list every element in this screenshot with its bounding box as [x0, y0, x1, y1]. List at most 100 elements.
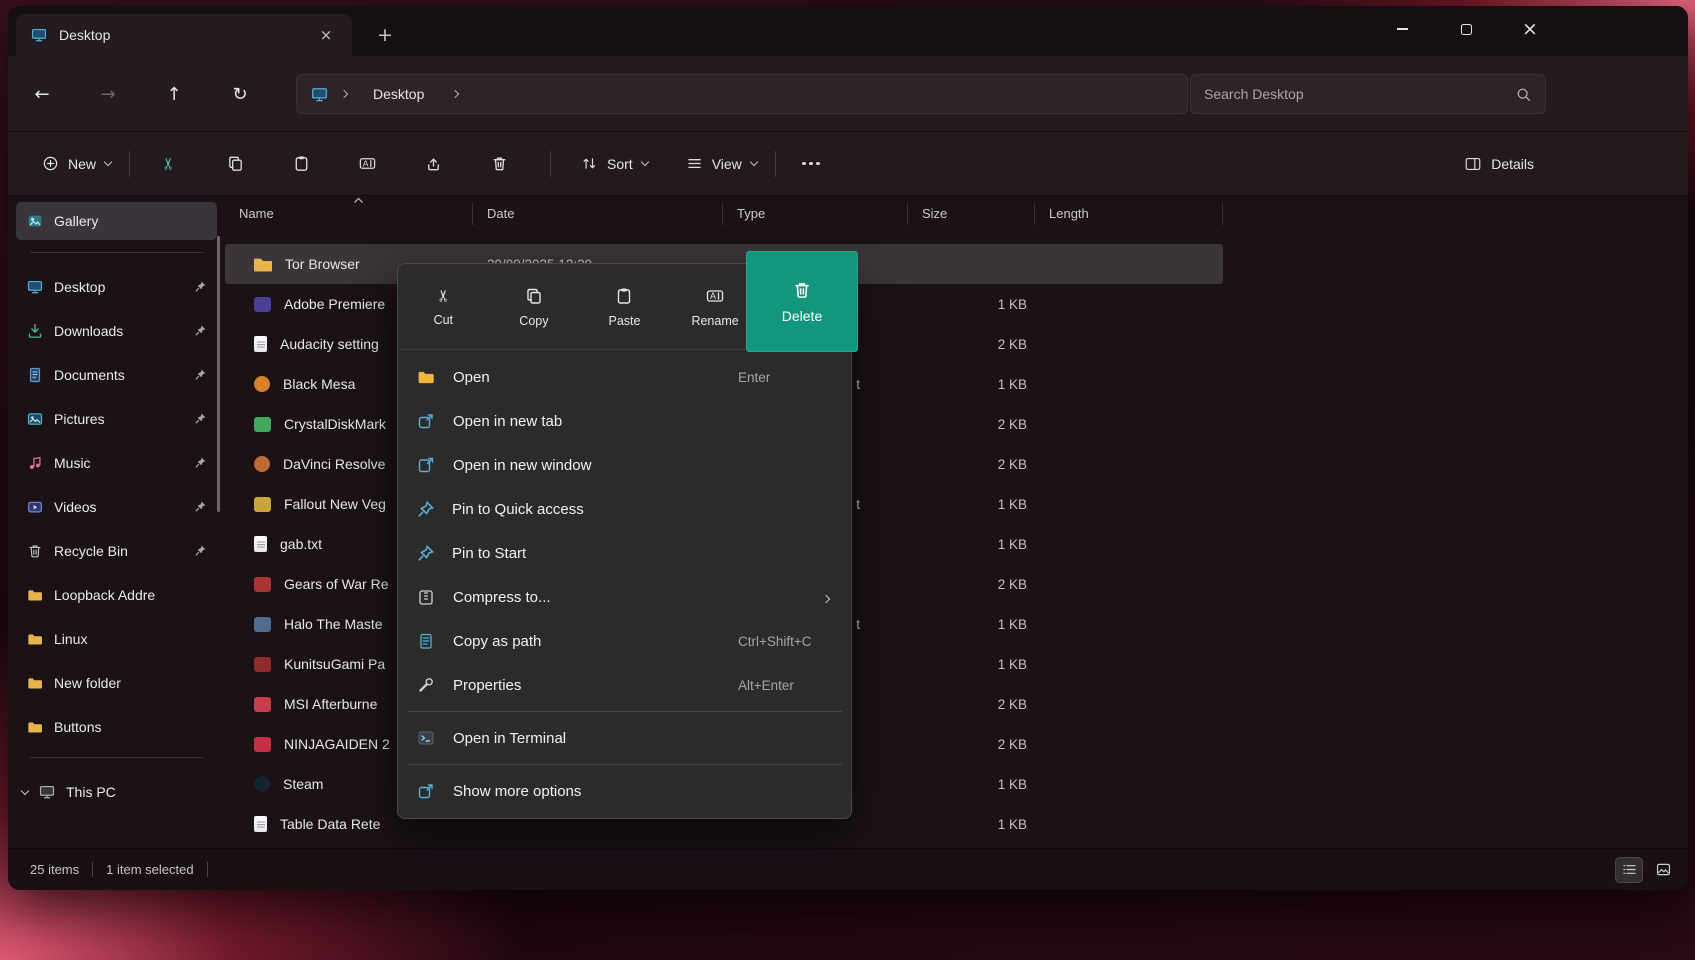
show-more-options-icon — [416, 781, 436, 801]
large-icons-view-button[interactable] — [1650, 858, 1676, 882]
menu-item-label: Show more options — [453, 783, 581, 800]
sidebar-item-recycle-bin[interactable]: Recycle Bin — [16, 533, 217, 569]
sidebar-item-linux[interactable]: Linux — [16, 621, 217, 657]
sidebar-item-buttons[interactable]: Buttons — [16, 709, 217, 745]
pin-icon — [194, 368, 207, 381]
file-name: Black Mesa — [283, 376, 355, 392]
sidebar-item-gallery[interactable]: Gallery — [16, 202, 217, 240]
menu-item-open-in-new-window[interactable]: Open in new window — [398, 443, 851, 487]
sidebar-item-music[interactable]: Music — [16, 445, 217, 481]
window-controls: × — [1379, 6, 1553, 52]
delete-button[interactable] — [478, 145, 520, 183]
file-icon — [254, 376, 270, 392]
sidebar-item-this-pc[interactable]: This PC — [16, 774, 217, 810]
sort-button-label: Sort — [607, 156, 633, 172]
sidebar-item-loopback[interactable]: Loopback Addre — [16, 577, 217, 613]
menu-item-compress-to[interactable]: Compress to... — [398, 575, 851, 619]
back-button[interactable]: ← — [24, 76, 60, 112]
tab-desktop[interactable]: Desktop × — [16, 14, 352, 56]
menu-item-pin-to-start[interactable]: Pin to Start — [398, 531, 851, 575]
search-box — [1190, 74, 1546, 114]
file-name: MSI Afterburne — [284, 696, 377, 712]
breadcrumb-desktop[interactable]: Desktop — [373, 86, 424, 102]
trash-icon — [490, 154, 509, 173]
maximize-button[interactable] — [1443, 6, 1489, 52]
file-size: 2 KB — [908, 577, 1035, 592]
file-size: 2 KB — [908, 337, 1035, 352]
menu-separator — [407, 764, 842, 765]
file-icon — [254, 417, 271, 432]
rename-label: Rename — [691, 314, 738, 328]
sidebar-item-documents[interactable]: Documents — [16, 357, 217, 393]
cut-button[interactable]: ✂ — [148, 145, 190, 183]
file-icon — [254, 577, 271, 592]
pin-icon — [194, 280, 207, 293]
downloads-icon — [26, 322, 44, 340]
menu-item-pin-to-quick-access[interactable]: Pin to Quick access — [398, 487, 851, 531]
address-bar[interactable]: Desktop — [296, 74, 1188, 114]
new-button[interactable]: New — [30, 145, 123, 183]
menu-item-shortcut: Enter — [738, 370, 770, 385]
menu-item-open-in-terminal[interactable]: Open in Terminal — [398, 716, 851, 760]
column-header-size[interactable]: Size — [908, 203, 1035, 225]
up-button[interactable]: ↑ — [156, 76, 192, 112]
view-icon — [686, 155, 703, 172]
sidebar-item-desktop[interactable]: Desktop — [16, 269, 217, 305]
folder-icon — [26, 718, 44, 736]
more-options-icon — [802, 162, 820, 166]
paste-quick-action[interactable]: Paste — [579, 264, 670, 349]
paste-button[interactable] — [280, 145, 322, 183]
copy-button[interactable] — [214, 145, 256, 183]
column-header-date[interactable]: Date — [473, 203, 723, 225]
sidebar-item-new-folder[interactable]: New folder — [16, 665, 217, 701]
menu-item-label: Open in new tab — [453, 413, 562, 430]
view-button[interactable]: View — [674, 145, 769, 183]
tab-close-icon[interactable]: × — [314, 23, 338, 47]
sort-button[interactable]: Sort — [569, 145, 660, 183]
see-more-button[interactable] — [794, 145, 828, 183]
pin-icon — [194, 456, 207, 469]
plus-circle-icon — [42, 155, 59, 172]
chevron-down-icon[interactable] — [21, 786, 29, 794]
sidebar-scrollbar[interactable] — [217, 236, 220, 512]
menu-item-properties[interactable]: Properties Alt+Enter — [398, 663, 851, 707]
refresh-button[interactable]: ↻ — [222, 76, 258, 112]
cut-quick-action[interactable]: ✂ Cut — [398, 264, 489, 349]
navigation-bar: ← → ↑ ↻ Desktop — [8, 56, 1688, 132]
sidebar-item-downloads[interactable]: Downloads — [16, 313, 217, 349]
sidebar-item-videos[interactable]: Videos — [16, 489, 217, 525]
copy-icon — [524, 286, 544, 306]
file-name: Table Data Rete — [280, 816, 380, 832]
search-icon[interactable] — [1515, 86, 1532, 103]
chevron-down-icon — [750, 158, 758, 166]
menu-item-show-more-options[interactable]: Show more options — [398, 769, 851, 813]
music-icon — [26, 454, 44, 472]
menu-item-open[interactable]: Open Enter — [398, 355, 851, 399]
column-header-type[interactable]: Type — [723, 203, 908, 225]
file-icon — [254, 336, 267, 352]
column-header-length[interactable]: Length — [1035, 203, 1223, 225]
menu-item-label: Compress to... — [453, 589, 551, 606]
file-name: Halo The Maste — [284, 616, 383, 632]
submenu-chevron-icon — [823, 589, 829, 606]
column-header-name[interactable]: Name — [225, 203, 473, 225]
close-button[interactable]: × — [1507, 6, 1553, 52]
menu-item-open-in-new-tab[interactable]: Open in new tab — [398, 399, 851, 443]
sidebar-item-pictures[interactable]: Pictures — [16, 401, 217, 437]
menu-item-label: Pin to Quick access — [452, 501, 584, 518]
search-input[interactable] — [1204, 86, 1515, 102]
navigation-sidebar: Gallery Desktop Downloads Documents — [8, 196, 225, 848]
new-tab-button[interactable]: + — [370, 21, 400, 49]
copy-quick-action[interactable]: Copy — [489, 264, 580, 349]
details-view-button[interactable] — [1616, 858, 1642, 882]
rename-button[interactable]: A — [346, 145, 388, 183]
menu-item-copy-as-path[interactable]: Copy as path Ctrl+Shift+C — [398, 619, 851, 663]
desktop-icon — [26, 278, 44, 296]
delete-label: Delete — [782, 308, 822, 324]
wrench-icon — [416, 675, 436, 695]
forward-button[interactable]: → — [90, 76, 126, 112]
minimize-button[interactable] — [1379, 6, 1425, 52]
share-button[interactable] — [412, 145, 454, 183]
delete-quick-action-highlighted[interactable]: Delete — [746, 251, 858, 352]
details-pane-button[interactable]: Details — [1452, 145, 1546, 183]
